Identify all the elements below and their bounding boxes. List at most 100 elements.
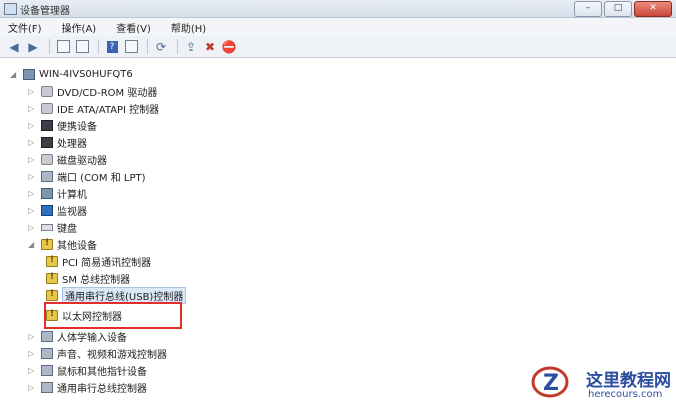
console-tree-icon: [56, 40, 70, 53]
menu-file[interactable]: 文件(F): [8, 20, 42, 35]
help-button[interactable]: ?: [104, 39, 120, 55]
warning-device-icon: [46, 289, 58, 301]
tree-item-sound[interactable]: ▷ 声音、视频和游戏控制器: [28, 345, 167, 362]
toolbar: ◀ ▶ ? ⟳ ⇪ ✖ ⛔: [0, 36, 676, 58]
usb-icon: [41, 382, 53, 393]
window-title: 设备管理器: [20, 6, 70, 17]
expand-icon[interactable]: ▷: [28, 349, 36, 358]
tree-item-label: SM 总线控制器: [62, 275, 131, 286]
computer-icon: [41, 188, 53, 199]
tree-item-label: 便携设备: [57, 122, 97, 133]
menu-view[interactable]: 查看(V): [116, 20, 151, 35]
tree-item-ide[interactable]: ▷ IDE ATA/ATAPI 控制器: [28, 100, 159, 117]
disable-button[interactable]: ⛔: [221, 39, 237, 55]
expand-icon[interactable]: ▷: [28, 121, 36, 130]
expand-icon[interactable]: ▷: [28, 189, 36, 198]
close-button[interactable]: ✕: [634, 1, 672, 17]
expand-icon[interactable]: ▷: [28, 138, 36, 147]
back-arrow-icon: ◀: [9, 39, 19, 54]
collapse-icon[interactable]: ◢: [28, 240, 36, 249]
tree-item-label: 键盘: [57, 224, 77, 235]
tree-item-processor[interactable]: ▷ 处理器: [28, 134, 87, 151]
expand-icon[interactable]: ▷: [28, 223, 36, 232]
toolbar-separator: [147, 39, 148, 54]
scan-icon: ⟳: [155, 39, 167, 54]
maximize-button[interactable]: □: [604, 1, 632, 17]
tree-item-portable[interactable]: ▷ 便携设备: [28, 117, 97, 134]
menu-bar: 文件(F) 操作(A) 查看(V) 帮助(H): [0, 18, 676, 36]
monitor-icon: [41, 205, 53, 216]
expand-icon[interactable]: ▷: [28, 172, 36, 181]
toolbar-separator: [177, 39, 178, 54]
tree-root[interactable]: ◢ WIN-4IVS0HUFQT6: [10, 66, 133, 83]
warning-device-icon: [46, 255, 58, 267]
menu-help[interactable]: 帮助(H): [171, 20, 206, 35]
properties-button[interactable]: [74, 39, 90, 55]
watermark-title: 这里教程网: [586, 371, 671, 391]
tree-item-label: PCI 简易通讯控制器: [62, 258, 152, 269]
processor-icon: [41, 137, 53, 148]
tree-item-usb[interactable]: ▷ 通用串行总线控制器: [28, 379, 147, 396]
expand-icon[interactable]: ▷: [28, 104, 36, 113]
disable-icon: ⛔: [221, 39, 237, 54]
tree-item-pci[interactable]: PCI 简易通讯控制器: [46, 253, 151, 270]
tree-item-label: 端口 (COM 和 LPT): [57, 173, 146, 184]
tree-item-mouse[interactable]: ▷ 鼠标和其他指针设备: [28, 362, 147, 379]
tree-item-other-devices[interactable]: ◢ 其他设备: [28, 236, 97, 253]
toolbar-separator: [98, 39, 99, 54]
expand-icon[interactable]: ▷: [28, 332, 36, 341]
expand-icon[interactable]: ▷: [28, 155, 36, 164]
minimize-button[interactable]: –: [574, 1, 602, 17]
tree-item-monitor[interactable]: ▷ 监视器: [28, 202, 87, 219]
tree-item-keyboard[interactable]: ▷ 键盘: [28, 219, 77, 236]
tree-root-label: WIN-4IVS0HUFQT6: [39, 69, 133, 80]
expand-icon[interactable]: ▷: [28, 206, 36, 215]
svg-text:Z: Z: [543, 371, 559, 396]
computer-icon: [23, 69, 35, 80]
forward-button[interactable]: ▶: [25, 39, 41, 55]
properties-icon: [75, 40, 89, 53]
disk-drive-icon: [41, 154, 53, 165]
tree-item-label: 处理器: [57, 139, 87, 150]
device-tree: ◢ WIN-4IVS0HUFQT6 ▷ DVD/CD-ROM 驱动器 ▷ IDE…: [0, 58, 676, 405]
watermark-logo-icon: Z: [531, 366, 569, 398]
menu-action[interactable]: 操作(A): [62, 20, 97, 35]
tree-item-label: 计算机: [57, 190, 87, 201]
window-controls: – □ ✕: [574, 1, 672, 17]
dvd-drive-icon: [41, 86, 53, 97]
tree-item-computer[interactable]: ▷ 计算机: [28, 185, 87, 202]
tree-item-ports[interactable]: ▷ 端口 (COM 和 LPT): [28, 168, 146, 185]
tree-item-label: 其他设备: [57, 241, 97, 252]
unknown-device-icon: [41, 238, 53, 250]
back-button[interactable]: ◀: [6, 39, 22, 55]
help-icon: ?: [106, 40, 118, 53]
scan-hardware-button[interactable]: ⟳: [153, 39, 169, 55]
device-manager-icon: [4, 3, 17, 15]
watermark: Z 这里教程网 herecours.com: [530, 362, 676, 405]
show-hide-tree-button[interactable]: [55, 39, 71, 55]
portable-device-icon: [41, 120, 53, 131]
forward-arrow-icon: ▶: [28, 39, 38, 54]
keyboard-icon: [41, 224, 53, 231]
tree-item-disk[interactable]: ▷ 磁盘驱动器: [28, 151, 107, 168]
collapse-icon[interactable]: ◢: [10, 70, 18, 79]
tree-item-label: 人体学输入设备: [57, 333, 127, 344]
update-driver-button[interactable]: ⇪: [183, 39, 199, 55]
hid-icon: [41, 331, 53, 342]
tree-item-label: DVD/CD-ROM 驱动器: [57, 88, 158, 99]
tree-item-label: 磁盘驱动器: [57, 156, 107, 167]
highlight-box: [44, 302, 182, 329]
expand-icon[interactable]: ▷: [28, 87, 36, 96]
expand-icon[interactable]: ▷: [28, 383, 36, 392]
tree-item-hid[interactable]: ▷ 人体学输入设备: [28, 328, 127, 345]
toolbar-separator: [49, 39, 50, 54]
watermark-url: herecours.com: [588, 389, 663, 400]
view-button[interactable]: [123, 39, 139, 55]
tree-item-label: IDE ATA/ATAPI 控制器: [57, 105, 160, 116]
update-driver-icon: ⇪: [185, 39, 197, 54]
warning-device-icon: [46, 272, 58, 284]
tree-item-dvd[interactable]: ▷ DVD/CD-ROM 驱动器: [28, 83, 157, 100]
tree-item-sm-bus[interactable]: SM 总线控制器: [46, 270, 130, 287]
expand-icon[interactable]: ▷: [28, 366, 36, 375]
uninstall-button[interactable]: ✖: [202, 39, 218, 55]
